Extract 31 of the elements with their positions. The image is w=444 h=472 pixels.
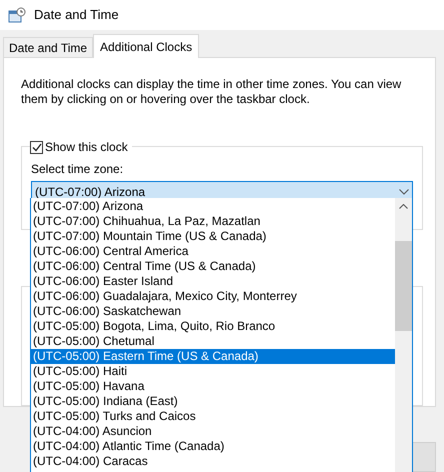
dropdown-option[interactable]: (UTC-04:00) Caracas	[31, 454, 395, 469]
scrollbar-thumb[interactable]	[395, 241, 412, 331]
chevron-down-icon	[399, 189, 409, 195]
dropdown-option[interactable]: (UTC-06:00) Guadalajara, Mexico City, Monterrey	[31, 289, 395, 304]
dropdown-option[interactable]: (UTC-05:00) Bogota, Lima, Quito, Rio Branco	[31, 319, 395, 334]
dropdown-option[interactable]: (UTC-05:00) Indiana (East)	[31, 394, 395, 409]
description-text: Additional clocks can display the time in other time zones. You can view them by clicking on or hovering over the taskbar clock.	[21, 77, 402, 107]
chevron-up-icon	[399, 204, 408, 209]
tab[interactable]: Date and Time	[3, 37, 94, 57]
tab[interactable]: Additional Clocks	[93, 34, 200, 58]
dropdown-option[interactable]: (UTC-06:00) Saskatchewan	[31, 304, 395, 319]
dropdown-option[interactable]: (UTC-06:00) Easter Island	[31, 274, 395, 289]
dropdown-option[interactable]: (UTC-07:00) Chihuahua, La Paz, Mazatlan	[31, 214, 395, 229]
dropdown-option[interactable]: (UTC-06:00) Central America	[31, 244, 395, 259]
dropdown-option[interactable]: (UTC-05:00) Turks and Caicos	[31, 409, 395, 424]
dropdown-option[interactable]: (UTC-04:00) Atlantic Time (Canada)	[31, 439, 395, 454]
dropdown-option[interactable]: (UTC-05:00) Haiti	[31, 364, 395, 379]
dropdown-option[interactable]: (UTC-05:00) Chetumal	[31, 334, 395, 349]
scrollbar[interactable]	[395, 198, 412, 472]
checkbox-label: Show this clock	[45, 139, 128, 156]
dropdown-option[interactable]: (UTC-05:00) Havana	[31, 379, 395, 394]
window-title: Date and Time	[34, 6, 119, 24]
checkmark-icon	[32, 142, 42, 152]
calendar-clock-icon	[8, 7, 26, 23]
dropdown-option[interactable]: (UTC-04:00) Asuncion	[31, 424, 395, 439]
dropdown-option[interactable]: (UTC-06:00) Central Time (US & Canada)	[31, 259, 395, 274]
dropdown-value: (UTC-07:00) Arizona	[35, 184, 146, 201]
dropdown-option[interactable]: (UTC-05:00) Eastern Time (US & Canada)	[31, 349, 395, 364]
dropdown-option[interactable]: (UTC-07:00) Mountain Time (US & Canada)	[31, 229, 395, 244]
field-label: Select time zone:	[31, 162, 124, 176]
checkbox[interactable]	[30, 140, 43, 154]
